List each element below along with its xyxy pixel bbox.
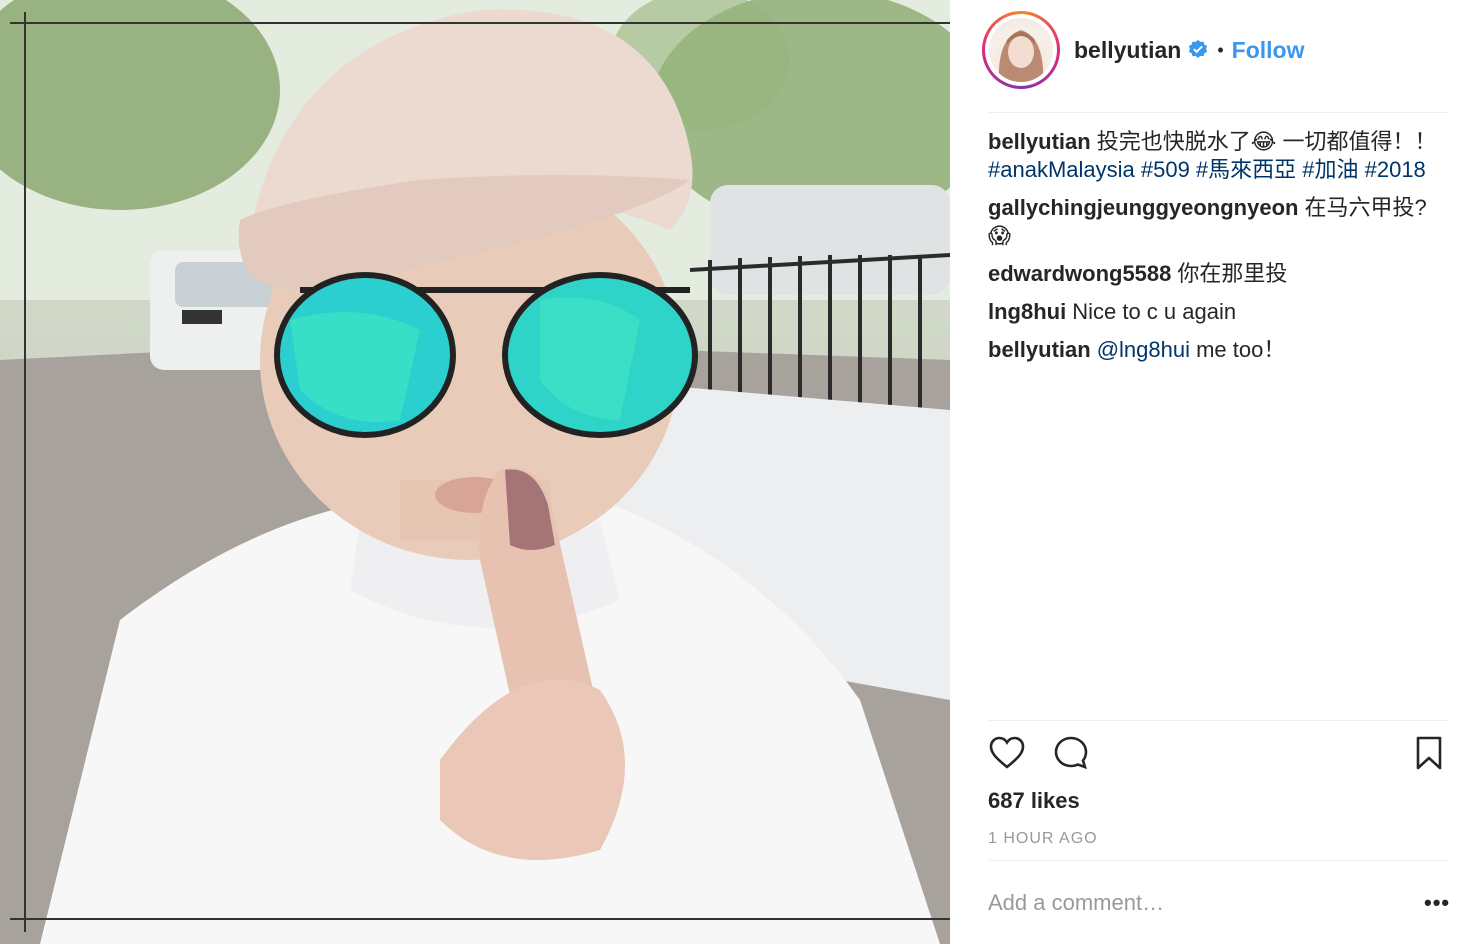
- hashtags[interactable]: #anakMalaysia #509 #馬來西亞 #加油 #2018: [988, 157, 1426, 182]
- frame-line-left: [24, 12, 26, 932]
- comment-text: Nice to c u again: [1072, 299, 1237, 324]
- photo-illustration: [0, 0, 950, 944]
- comment-username[interactable]: lng8hui: [988, 299, 1066, 324]
- follow-button[interactable]: Follow: [1232, 37, 1305, 64]
- comment-item: edwardwong5588 你在那里投: [988, 260, 1448, 288]
- story-ring[interactable]: [982, 11, 1060, 89]
- comment-username[interactable]: edwardwong5588: [988, 261, 1171, 286]
- separator-dot: •: [1217, 39, 1224, 60]
- verified-badge-icon: [1189, 39, 1208, 58]
- comment-item: bellyutian @lng8hui me too！: [988, 336, 1448, 364]
- comment-text: 你在那里投: [1177, 261, 1288, 286]
- bookmark-icon[interactable]: [1414, 734, 1444, 772]
- comment-icon[interactable]: [1052, 734, 1090, 772]
- actions-divider: [988, 720, 1448, 721]
- comment-item: lng8hui Nice to c u again: [988, 298, 1448, 326]
- add-comment-input[interactable]: Add a comment…: [988, 890, 1388, 916]
- header-divider: [988, 112, 1448, 113]
- likes-count[interactable]: 687 likes: [988, 788, 1080, 814]
- comment-box-divider: [988, 860, 1448, 861]
- post-timestamp[interactable]: 1 HOUR AGO: [988, 830, 1098, 848]
- comment-caption: bellyutian 投完也快脱水了😂 一切都值得！！ #anakMalaysia…: [988, 128, 1448, 184]
- post-username[interactable]: bellyutian: [1074, 37, 1181, 64]
- heart-icon[interactable]: [988, 734, 1026, 772]
- more-options-icon[interactable]: •••: [1424, 890, 1450, 916]
- comment-text: me too！: [1196, 337, 1286, 362]
- post-side-panel: bellyutian • Follow bellyutian 投完也快脱水了😂 一…: [950, 0, 1482, 944]
- comment-username[interactable]: bellyutian: [988, 337, 1091, 362]
- post-photo[interactable]: [0, 0, 950, 944]
- avatar[interactable]: [989, 18, 1053, 82]
- comment-username[interactable]: gallychingjeunggyeongnyeon: [988, 195, 1298, 220]
- comment-item: gallychingjeunggyeongnyeon 在马六甲投?😱: [988, 194, 1448, 250]
- post-actions: [988, 734, 1448, 780]
- comment-text: 投完也快脱水了😂 一切都值得！！: [1096, 129, 1437, 154]
- comment-username[interactable]: bellyutian: [988, 129, 1091, 154]
- comments-list: bellyutian 投完也快脱水了😂 一切都值得！！ #anakMalaysia…: [988, 128, 1448, 374]
- avatar-image: [998, 30, 1044, 82]
- comment-mention[interactable]: @lng8hui: [1097, 337, 1190, 362]
- post-header: bellyutian • Follow: [982, 10, 1452, 90]
